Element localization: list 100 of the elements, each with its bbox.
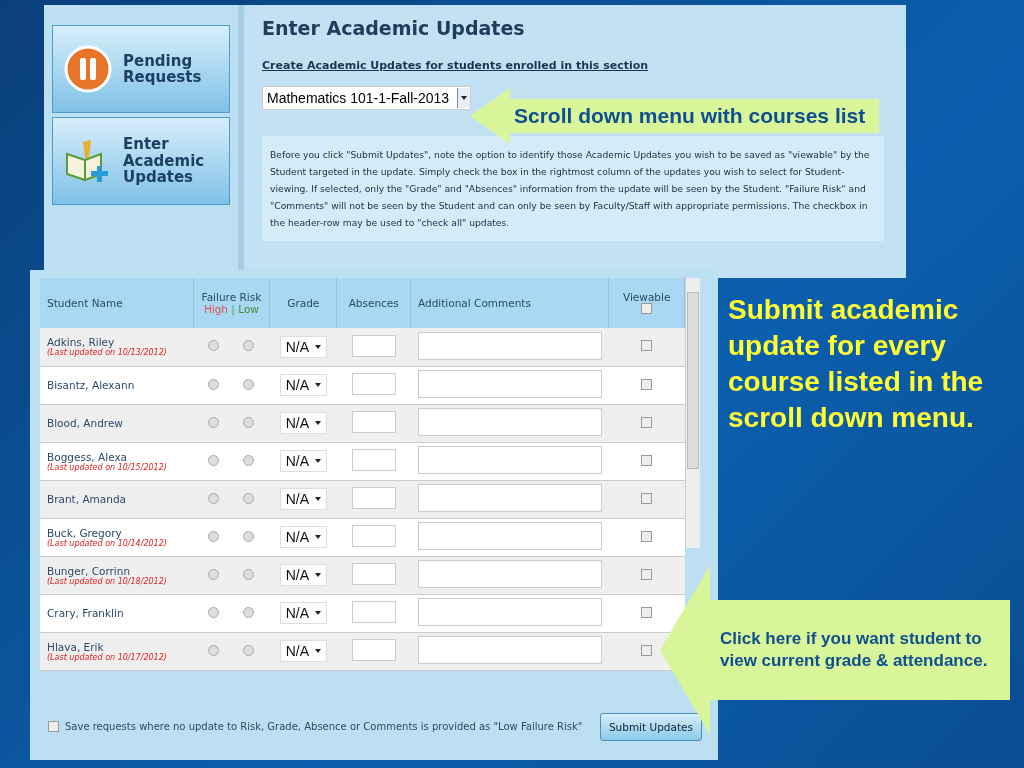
grade-dropdown[interactable]: N/A xyxy=(279,602,327,624)
viewable-checkbox[interactable] xyxy=(641,492,653,504)
student-name: Crary, Franklin xyxy=(47,607,125,619)
column-header: Additional Comments xyxy=(410,278,609,328)
section-link[interactable]: Create Academic Updates for students enrolled in this section xyxy=(262,59,888,72)
student-name: Brant, Amanda xyxy=(47,493,127,505)
viewable-checkbox[interactable] xyxy=(641,530,653,542)
student-name: Bunger, Corrinn xyxy=(47,564,131,577)
low-risk-radio[interactable] xyxy=(243,340,255,352)
side-note: Submit academic update for every course listed in the scroll down menu. xyxy=(728,293,985,435)
save-option-checkbox[interactable] xyxy=(48,721,59,732)
nav-button[interactable]: Enter Academic Updates xyxy=(52,117,230,205)
comments-field[interactable] xyxy=(417,560,602,588)
submit-button[interactable]: Submit Updates xyxy=(599,712,702,741)
low-risk-radio[interactable] xyxy=(243,530,255,542)
comments-field[interactable] xyxy=(417,522,602,550)
absences-field[interactable] xyxy=(351,601,396,623)
low-risk-radio[interactable] xyxy=(243,416,255,428)
low-risk-radio[interactable] xyxy=(243,378,255,390)
caret-icon xyxy=(314,649,321,653)
viewable-checkbox[interactable] xyxy=(641,416,653,428)
separator-label: | xyxy=(231,303,235,315)
student-name: Bisantz, Alexann xyxy=(47,379,136,391)
high-risk-radio[interactable] xyxy=(208,644,220,656)
nav-button[interactable]: Pending Requests xyxy=(52,25,230,113)
low-risk-radio[interactable] xyxy=(243,454,255,466)
high-risk-radio[interactable] xyxy=(208,378,220,390)
caret-icon xyxy=(314,459,321,463)
caret-icon xyxy=(314,421,321,425)
student-name: Buck, Gregory xyxy=(47,526,122,539)
page-title: Enter Academic Updates xyxy=(262,17,526,39)
absences-field[interactable] xyxy=(351,334,396,357)
column-header: Student Name xyxy=(40,278,194,328)
high-risk-radio[interactable] xyxy=(208,340,220,352)
comments-field[interactable] xyxy=(417,598,602,626)
grade-dropdown[interactable]: N/A xyxy=(279,412,327,434)
check-all-checkbox[interactable] xyxy=(641,302,653,314)
caret-icon xyxy=(314,344,321,349)
comments-field[interactable] xyxy=(417,484,602,512)
comments-field[interactable] xyxy=(417,331,602,360)
grade-dropdown[interactable]: N/A xyxy=(279,374,327,396)
absences-field[interactable] xyxy=(351,373,396,395)
comments-field[interactable] xyxy=(417,408,602,436)
column-header: Viewable xyxy=(621,290,672,303)
viewable-checkbox[interactable] xyxy=(641,378,653,390)
caret-icon xyxy=(314,611,321,615)
viewable-checkbox[interactable] xyxy=(641,340,653,352)
absences-field[interactable] xyxy=(351,411,396,433)
absences-field[interactable] xyxy=(351,639,396,661)
student-name: Hlava, Erik xyxy=(47,640,105,653)
save-option-label: Save requests where no update to Risk, Grade, Absence or Comments is provided as "Low Failure Risk" xyxy=(65,721,583,732)
viewable-checkbox[interactable] xyxy=(641,644,653,656)
high-risk-radio[interactable] xyxy=(208,606,220,618)
pause-icon xyxy=(63,44,113,94)
high-risk-radio[interactable] xyxy=(208,530,220,542)
high-label: High xyxy=(203,303,228,315)
viewable-checkbox[interactable] xyxy=(641,454,653,466)
course-dropdown[interactable]: Mathematics 101-1-Fall-2013 xyxy=(262,86,472,110)
high-risk-radio[interactable] xyxy=(208,454,220,466)
last-updated-note: (Last updated on 10/18/2012) xyxy=(47,576,168,586)
comments-field[interactable] xyxy=(417,636,602,664)
grade-dropdown[interactable]: N/A xyxy=(279,335,327,358)
grade-dropdown[interactable]: N/A xyxy=(279,564,327,586)
student-name: Boggess, Alexa xyxy=(47,450,128,463)
scrollbar[interactable] xyxy=(685,278,700,548)
viewable-checkbox[interactable] xyxy=(641,568,653,580)
absences-field[interactable] xyxy=(351,525,396,547)
column-header: Absences xyxy=(336,278,411,328)
low-risk-radio[interactable] xyxy=(243,568,255,580)
low-risk-radio[interactable] xyxy=(243,492,255,504)
last-updated-note: (Last updated on 10/15/2012) xyxy=(47,462,168,472)
last-updated-note: (Last updated on 10/17/2012) xyxy=(47,652,168,662)
student-name: Adkins, Riley xyxy=(47,336,116,349)
column-header: Grade xyxy=(269,278,337,328)
column-header: Failure Risk xyxy=(200,291,263,303)
grade-dropdown[interactable]: N/A xyxy=(279,640,327,662)
caret-icon xyxy=(314,497,321,501)
high-risk-radio[interactable] xyxy=(208,492,220,504)
low-risk-radio[interactable] xyxy=(243,606,255,618)
caret-icon xyxy=(314,573,321,577)
high-risk-radio[interactable] xyxy=(208,568,220,580)
grade-dropdown[interactable]: N/A xyxy=(279,488,327,510)
student-name: Blood, Andrew xyxy=(47,417,124,429)
absences-field[interactable] xyxy=(351,487,396,509)
absences-field[interactable] xyxy=(351,563,396,585)
absences-field[interactable] xyxy=(351,449,396,471)
comments-field[interactable] xyxy=(417,446,602,474)
caret-icon xyxy=(314,535,321,539)
low-risk-radio[interactable] xyxy=(243,644,255,656)
grade-dropdown[interactable]: N/A xyxy=(279,450,327,472)
grade-dropdown[interactable]: N/A xyxy=(279,526,327,548)
high-risk-radio[interactable] xyxy=(208,416,220,428)
low-label: Low xyxy=(238,303,259,315)
last-updated-note: (Last updated on 10/13/2012) xyxy=(47,348,168,358)
viewable-checkbox[interactable] xyxy=(641,606,653,618)
last-updated-note: (Last updated on 10/14/2012) xyxy=(47,538,168,548)
caret-icon xyxy=(314,383,321,387)
info-text: Before you click "Submit Updates", note the option to identify those Academic Updates you wish to be saved as "viewable" by the Student targeted in the update. Simply check the box in the rightmost column of the updates you wish to select for Student-viewing. If selected, only the "Grade" and "Absences" information from the update will be seen by the Student. "Failure Risk" and "Comments" will not be seen by the Student and can only be seen by Faculty/Staff with appropriate permissions. The checkbox in the header-row may be used to "check all" updates. xyxy=(262,136,884,241)
caret-icon xyxy=(457,88,471,108)
comments-field[interactable] xyxy=(417,370,602,398)
